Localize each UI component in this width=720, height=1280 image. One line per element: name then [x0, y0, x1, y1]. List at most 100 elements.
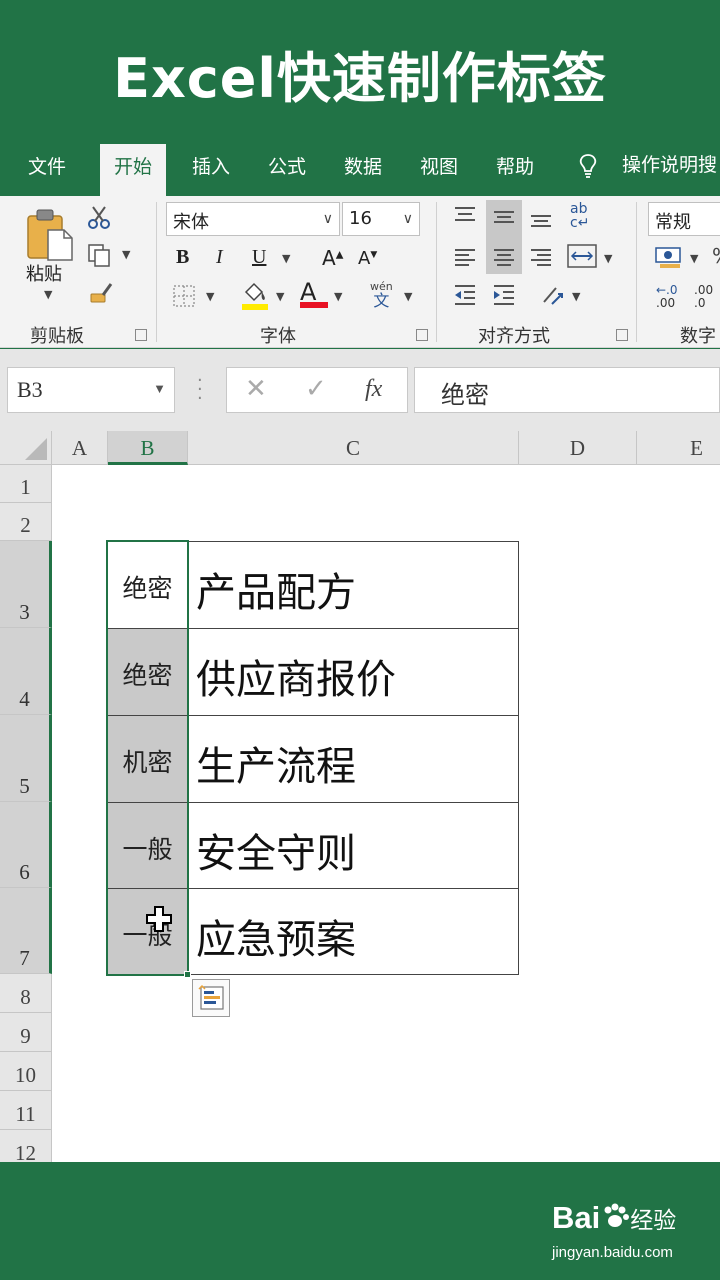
cell-c3[interactable]: 产品配方 [188, 542, 519, 629]
row-header[interactable]: 5 [0, 715, 52, 802]
select-all-button[interactable] [0, 431, 52, 465]
shrink-font-button[interactable]: A▼ [358, 248, 377, 269]
align-center-icon[interactable] [491, 244, 517, 270]
underline-button[interactable]: U [252, 246, 266, 269]
font-group-label: 字体 [260, 326, 296, 347]
italic-button[interactable]: I [216, 246, 223, 269]
borders-dropdown-icon[interactable]: ▼ [206, 290, 214, 303]
wrap-text-button[interactable]: ab c↵ [570, 202, 589, 230]
decrease-decimal-label: .0 [694, 296, 706, 310]
formula-input[interactable]: 绝密 [414, 367, 720, 413]
number-format-combo[interactable]: 常规 [648, 202, 720, 236]
increase-decimal-label: .00 [656, 296, 676, 310]
worksheet-grid[interactable]: A B C D E 1 2 3 4 5 6 7 8 9 10 11 12 绝密 … [0, 431, 720, 1162]
column-header-a[interactable]: A [52, 431, 108, 465]
grip-dots-icon[interactable]: · · · [197, 372, 203, 408]
tell-me-label: 操作说明搜 [622, 154, 718, 176]
font-name-combo[interactable]: 宋体 ∨ [166, 202, 340, 236]
tab-file[interactable]: 文件 [28, 152, 66, 179]
cancel-icon[interactable]: ✕ [245, 374, 267, 404]
merge-dropdown-icon[interactable]: ▼ [604, 252, 612, 265]
row-number: 3 [19, 600, 30, 624]
insert-function-button[interactable]: fx [365, 376, 382, 403]
decrease-decimal-button[interactable]: .00.0 [694, 284, 713, 310]
fill-color-icon[interactable] [240, 280, 270, 312]
tab-home[interactable]: 开始 [100, 144, 167, 196]
row-header[interactable]: 12 [0, 1130, 52, 1162]
row-header[interactable]: 2 [0, 503, 52, 541]
row-header[interactable]: 3 [0, 541, 52, 628]
paste-label[interactable]: 粘贴 [26, 260, 62, 286]
column-header-b[interactable]: B [108, 431, 188, 465]
tab-formulas[interactable]: 公式 [268, 152, 306, 179]
column-header-d[interactable]: D [519, 431, 637, 465]
name-box-value: B3 [17, 377, 43, 402]
number-format-value: 常规 [655, 212, 691, 233]
row-header[interactable]: 8 [0, 974, 52, 1013]
increase-indent-icon[interactable] [491, 282, 517, 308]
fill-color-dropdown-icon[interactable]: ▼ [276, 290, 284, 303]
row-header[interactable]: 7 [0, 888, 52, 974]
font-size-value: 16 [349, 208, 372, 229]
tell-me-search[interactable]: 操作说明搜 [578, 150, 717, 179]
cut-icon[interactable] [86, 204, 112, 230]
enter-icon[interactable]: ✓ [305, 374, 327, 404]
quick-analysis-button[interactable] [192, 979, 230, 1017]
row-number: 2 [20, 513, 31, 537]
cross-cursor-icon [146, 906, 172, 932]
banner-title: Excel快速制作标签 [113, 47, 607, 110]
row-header[interactable]: 10 [0, 1052, 52, 1091]
tab-help[interactable]: 帮助 [496, 152, 534, 179]
align-left-icon[interactable] [452, 244, 478, 270]
font-launcher-icon[interactable] [416, 329, 428, 341]
row-header[interactable]: 6 [0, 802, 52, 888]
cell-c6[interactable]: 安全守则 [188, 803, 519, 889]
name-box[interactable]: B3 ▼ [7, 367, 175, 413]
copy-dropdown-icon[interactable]: ▼ [122, 248, 130, 261]
increase-decimal-button[interactable]: ←.0.00 [656, 284, 678, 310]
copy-icon[interactable] [86, 242, 112, 268]
bold-button[interactable]: B [176, 246, 189, 269]
align-bottom-icon[interactable] [528, 204, 554, 230]
paste-dropdown-icon[interactable]: ▼ [44, 288, 52, 301]
cell-c5[interactable]: 生产流程 [188, 716, 519, 803]
formula-bar: B3 ▼ · · · ✕ ✓ fx 绝密 [0, 349, 720, 431]
column-header-c[interactable]: C [188, 431, 519, 465]
font-size-combo[interactable]: 16 ∨ [342, 202, 420, 236]
clipboard-launcher-icon[interactable] [135, 329, 147, 341]
percent-style-icon[interactable]: % [712, 244, 720, 268]
font-color-dropdown-icon[interactable]: ▼ [334, 290, 342, 303]
column-header-e[interactable]: E [637, 431, 720, 465]
ribbon-tab-bar: 文件 开始 插入 公式 数据 视图 帮助 操作说明搜 [0, 140, 720, 196]
chevron-down-icon: ∨ [402, 211, 413, 227]
decrease-indent-icon[interactable] [452, 282, 478, 308]
tab-insert[interactable]: 插入 [192, 152, 230, 179]
borders-icon[interactable] [172, 284, 196, 308]
tab-view[interactable]: 视图 [420, 152, 458, 179]
cell-c4[interactable]: 供应商报价 [188, 629, 519, 716]
format-painter-icon[interactable] [88, 280, 114, 306]
alignment-launcher-icon[interactable] [616, 329, 628, 341]
phonetic-guide-button[interactable]: wén 文 [370, 280, 393, 309]
accounting-dropdown-icon[interactable]: ▼ [690, 252, 698, 265]
accounting-format-icon[interactable] [654, 244, 682, 270]
orientation-dropdown-icon[interactable]: ▼ [572, 290, 580, 303]
phonetic-dropdown-icon[interactable]: ▼ [404, 290, 412, 303]
align-right-icon[interactable] [528, 244, 554, 270]
wrap-text-top: ab [570, 201, 588, 217]
grow-font-button[interactable]: A▲ [322, 246, 343, 270]
align-top-icon[interactable] [452, 204, 478, 230]
cell-c7[interactable]: 应急预案 [188, 889, 519, 975]
row-header[interactable]: 11 [0, 1091, 52, 1130]
row-header[interactable]: 9 [0, 1013, 52, 1052]
font-color-button[interactable]: A [300, 278, 328, 308]
align-middle-icon[interactable] [491, 204, 517, 230]
paste-icon[interactable] [24, 206, 76, 262]
underline-dropdown-icon[interactable]: ▼ [282, 252, 290, 265]
orientation-icon[interactable] [540, 282, 566, 308]
tab-data[interactable]: 数据 [344, 152, 382, 179]
merge-center-icon[interactable] [566, 242, 598, 270]
row-header[interactable]: 4 [0, 628, 52, 715]
fill-handle[interactable] [184, 971, 191, 978]
row-header[interactable]: 1 [0, 465, 52, 503]
